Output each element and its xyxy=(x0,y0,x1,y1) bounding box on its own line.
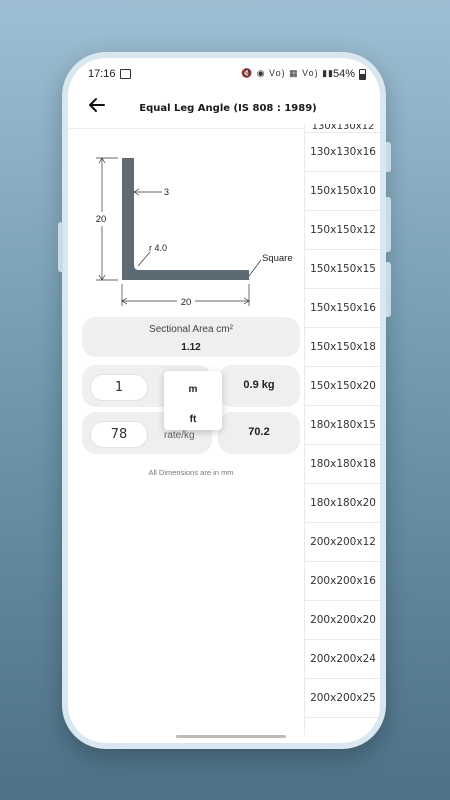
status-time: 17:16 xyxy=(88,68,116,80)
unit-dropdown-menu: m ft xyxy=(164,371,222,430)
size-list-item[interactable]: 200x200x24 xyxy=(305,640,380,679)
status-bar: 17:16 🔇 ◉ Vo) ▦ Vo) ▮▮ 54% xyxy=(68,58,380,86)
size-list-item[interactable]: 200x200x12 xyxy=(305,523,380,562)
unit-option-ft[interactable]: ft xyxy=(164,414,222,425)
volume-up-button xyxy=(386,197,391,252)
width-label: 20 xyxy=(181,297,192,308)
battery-percentage: 54% xyxy=(333,68,356,80)
volume-down-button xyxy=(386,262,391,317)
size-list-item[interactable]: 150x150x15 xyxy=(305,250,380,289)
unit-option-m[interactable]: m xyxy=(164,384,222,395)
back-button[interactable] xyxy=(86,94,108,116)
total-cost-card: 70.2 xyxy=(218,412,300,454)
thickness-label: 3 xyxy=(164,187,169,197)
rate-label: rate/kg xyxy=(164,430,195,441)
total-cost-value: 70.2 xyxy=(248,426,270,438)
rate-input[interactable]: 78 xyxy=(90,421,148,448)
angle-section-shape xyxy=(122,158,249,280)
size-list-item[interactable]: 150x150x20 xyxy=(305,367,380,406)
size-list[interactable]: 130x130x12 130x130x16 150x150x10 150x150… xyxy=(304,124,380,735)
battery-icon xyxy=(359,69,366,80)
header-divider xyxy=(68,128,304,129)
size-list-item[interactable]: 200x200x20 xyxy=(305,601,380,640)
size-list-item[interactable]: 150x150x18 xyxy=(305,328,380,367)
size-list-item[interactable]: 150x150x10 xyxy=(305,172,380,211)
sectional-area-label: Sectional Area cm² xyxy=(149,324,233,335)
edge-label: Square xyxy=(262,253,293,264)
size-list-item[interactable]: 180x180x18 xyxy=(305,445,380,484)
sectional-area-card: Sectional Area cm² 1.12 xyxy=(82,317,300,357)
sectional-area-value: 1.12 xyxy=(181,342,201,353)
phone-frame: 17:16 🔇 ◉ Vo) ▦ Vo) ▮▮ 54% Equal Leg Ang… xyxy=(58,52,391,749)
size-list-item[interactable]: 200x200x16 xyxy=(305,562,380,601)
home-indicator[interactable] xyxy=(176,735,286,738)
height-label: 20 xyxy=(96,214,107,225)
arrow-left-icon xyxy=(89,98,105,112)
size-list-item[interactable]: 180x180x15 xyxy=(305,406,380,445)
power-button xyxy=(386,142,391,172)
size-list-item[interactable]: 180x180x20 xyxy=(305,484,380,523)
gallery-notification-icon xyxy=(120,69,131,79)
angle-section-diagram: 20 3 r 4.0 Square 20 xyxy=(94,157,293,308)
dimensions-note: All Dimensions are in mm xyxy=(148,468,234,477)
weight-card: 0.9 kg xyxy=(218,365,300,407)
app-bar: Equal Leg Angle (IS 808 : 1989) xyxy=(68,86,380,126)
side-key xyxy=(58,222,63,272)
page-title: Equal Leg Angle (IS 808 : 1989) xyxy=(139,103,317,114)
size-list-item[interactable]: 130x130x16 xyxy=(305,133,380,172)
size-list-item[interactable]: 200x200x25 xyxy=(305,679,380,718)
radius-label: r 4.0 xyxy=(149,243,167,253)
status-icons: 🔇 ◉ Vo) ▦ Vo) ▮▮ xyxy=(241,68,334,78)
length-input[interactable]: 1 xyxy=(90,374,148,401)
size-list-item[interactable]: 150x150x12 xyxy=(305,211,380,250)
size-list-item[interactable]: 150x150x16 xyxy=(305,289,380,328)
weight-value: 0.9 kg xyxy=(243,379,275,391)
size-list-item[interactable]: 130x130x12 xyxy=(305,124,380,133)
app-screen: 17:16 🔇 ◉ Vo) ▦ Vo) ▮▮ 54% Equal Leg Ang… xyxy=(68,58,380,743)
